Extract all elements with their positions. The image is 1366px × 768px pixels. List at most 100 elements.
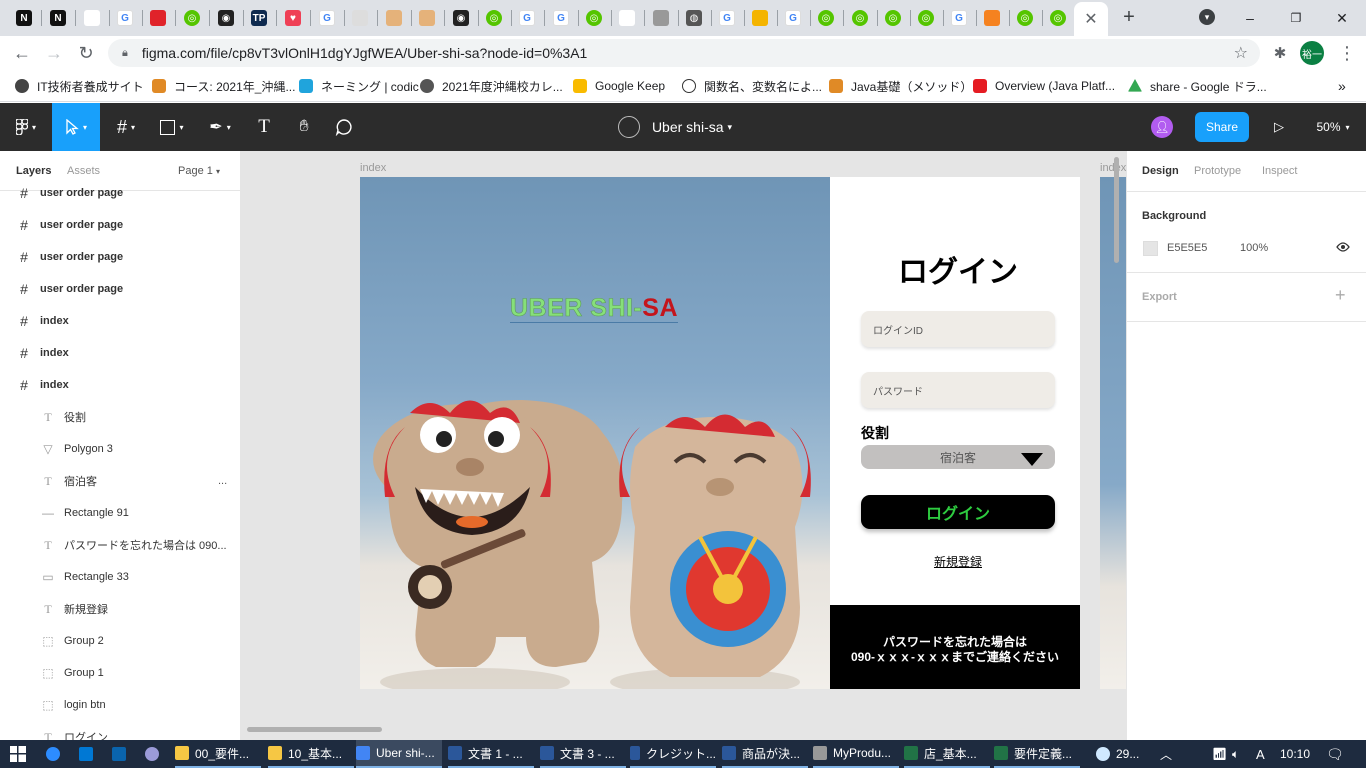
layer-row[interactable]: # index <box>0 305 240 337</box>
next-frame-preview[interactable] <box>1100 177 1126 689</box>
browser-tab[interactable]: ◉ <box>447 4 475 32</box>
register-link[interactable]: 新規登録 <box>830 553 1086 570</box>
browser-tab[interactable]: ◎ <box>912 4 940 32</box>
vscode-app-icon[interactable] <box>79 740 99 768</box>
browser-tab[interactable] <box>78 4 106 32</box>
layer-row[interactable]: ▽ Polygon 3 <box>0 433 240 465</box>
figma-menu-icon[interactable]: ▾ <box>6 103 46 151</box>
start-icon[interactable] <box>10 740 28 768</box>
taskbar-window-button[interactable]: 要件定義... <box>994 740 1080 768</box>
text-tool-icon[interactable]: T <box>250 103 278 151</box>
browser-tab[interactable]: ◎ <box>879 4 907 32</box>
shape-tool-icon[interactable]: ▾ <box>152 103 192 151</box>
reload-icon[interactable]: ↻ <box>73 40 99 66</box>
browser-tab[interactable]: ♥ <box>279 4 307 32</box>
login-button[interactable]: ログイン <box>861 495 1055 529</box>
layer-row[interactable]: T パスワードを忘れた場合は 090... <box>0 529 240 561</box>
eye-icon[interactable] <box>1335 240 1351 254</box>
bookmark-item[interactable]: IT技術者養成サイト <box>15 76 144 96</box>
layers-tab[interactable]: Layers <box>16 165 51 177</box>
browser-tab[interactable]: N <box>44 4 72 32</box>
back-icon[interactable]: ← <box>9 40 35 66</box>
layer-row[interactable]: ⬚ Group 1 <box>0 657 240 689</box>
volume-icon[interactable]: 🔈︎ <box>1232 740 1239 768</box>
login-id-input[interactable]: ログインID <box>861 311 1055 347</box>
browser-tab[interactable] <box>647 4 675 32</box>
browser-tab[interactable]: G <box>945 4 973 32</box>
outlook-app-icon[interactable] <box>112 740 132 768</box>
background-swatch[interactable] <box>1143 241 1158 256</box>
browser-tab[interactable]: G <box>313 4 341 32</box>
design-tab[interactable]: Design <box>1142 165 1179 177</box>
role-label[interactable]: 役割 <box>861 423 889 443</box>
layer-row[interactable]: # index <box>0 369 240 401</box>
inspect-tab[interactable]: Inspect <box>1262 165 1297 177</box>
add-export-icon[interactable]: + <box>1335 285 1346 306</box>
taskbar-window-button[interactable]: 10_基本... <box>268 740 354 768</box>
taskbar-window-button[interactable]: クレジット... <box>630 740 716 768</box>
browser-tab[interactable] <box>746 4 774 32</box>
browser-tab[interactable]: ◎ <box>1011 4 1039 32</box>
layer-row[interactable]: T 役割 <box>0 401 240 433</box>
browser-tab[interactable]: G <box>547 4 575 32</box>
password-input[interactable]: パスワード <box>861 372 1055 408</box>
layer-more-icon[interactable]: ... <box>218 475 227 487</box>
active-tab-close-icon[interactable]: ✕ <box>1074 2 1108 36</box>
browser-tab[interactable]: ◎ <box>480 4 508 32</box>
browser-tab[interactable]: G <box>513 4 541 32</box>
assets-tab[interactable]: Assets <box>67 165 100 177</box>
network-icon[interactable]: 📶︎ <box>1212 740 1227 768</box>
browser-tab[interactable]: G <box>779 4 807 32</box>
app-icon[interactable] <box>145 740 165 768</box>
extensions-icon[interactable]: ✱ <box>1267 40 1293 66</box>
bookmark-item[interactable]: ネーミング | codic <box>299 76 419 96</box>
horizontal-scrollbar[interactable] <box>247 727 382 732</box>
layer-row[interactable]: ▭ Rectangle 33 <box>0 561 240 593</box>
login-title[interactable]: ログイン <box>830 247 1086 291</box>
browser-tab[interactable] <box>413 4 441 32</box>
layer-row[interactable]: T ログイン <box>0 721 240 741</box>
hero-photo[interactable]: UBER SHI-SA <box>360 177 830 689</box>
comment-tool-icon[interactable] <box>330 103 358 151</box>
browser-tab[interactable]: ◉ <box>212 4 240 32</box>
browser-tab[interactable] <box>346 4 374 32</box>
ime-indicator[interactable]: A <box>1256 740 1265 768</box>
layer-row[interactable]: # user order page <box>0 241 240 273</box>
browser-tab[interactable]: ◎ <box>580 4 608 32</box>
background-opacity[interactable]: 100% <box>1240 242 1268 254</box>
layer-row[interactable]: T 宿泊客... <box>0 465 240 497</box>
browser-tab[interactable]: G <box>713 4 741 32</box>
layer-row[interactable]: ⬚ Group 2 <box>0 625 240 657</box>
taskbar-window-button[interactable]: 文書 1 - ... <box>448 740 534 768</box>
browser-tab[interactable] <box>613 4 641 32</box>
frame-label-2[interactable]: index <box>1100 162 1126 174</box>
browser-tab[interactable]: N <box>10 4 38 32</box>
layer-row[interactable]: # user order page <box>0 209 240 241</box>
bookmark-item[interactable]: Google Keep <box>573 76 665 96</box>
close-window-button[interactable]: ✕ <box>1332 8 1352 28</box>
bookmark-item[interactable]: Java基礎（メソッド） <box>829 76 972 96</box>
bookmark-overflow[interactable]: » <box>1338 76 1346 96</box>
browser-tab[interactable] <box>380 4 408 32</box>
taskbar-window-button[interactable]: 文書 3 - ... <box>540 740 626 768</box>
frame-label[interactable]: index <box>360 162 386 174</box>
layer-row[interactable]: ⬚ login btn <box>0 689 240 721</box>
tab-search-icon[interactable]: ▾ <box>1199 9 1215 25</box>
page-selector[interactable]: Page 1 ▾ <box>178 165 220 177</box>
background-hex[interactable]: E5E5E5 <box>1167 242 1207 254</box>
layer-row[interactable]: — Rectangle 91 <box>0 497 240 529</box>
new-tab-button[interactable]: + <box>1118 6 1140 28</box>
profile-avatar[interactable]: 裕一 <box>1300 41 1324 65</box>
restore-button[interactable]: ❐ <box>1286 8 1306 28</box>
bookmark-item[interactable]: 関数名、変数名によ... <box>682 76 822 96</box>
weather-widget[interactable]: 29... <box>1096 740 1139 768</box>
clock[interactable]: 10:10 <box>1280 740 1310 768</box>
browser-tab[interactable]: TP <box>245 4 273 32</box>
tray-chevron-icon[interactable]: ︿ <box>1160 740 1172 768</box>
vertical-scrollbar[interactable] <box>1114 157 1119 263</box>
address-bar[interactable]: 🔒︎ figma.com/file/cp8vT3vlOnlH1dgYJgfWEA… <box>108 39 1260 67</box>
layer-row[interactable]: # user order page <box>0 273 240 305</box>
share-button[interactable]: Share <box>1195 112 1249 142</box>
layer-row[interactable]: # index <box>0 337 240 369</box>
browser-tab[interactable]: G <box>111 4 139 32</box>
